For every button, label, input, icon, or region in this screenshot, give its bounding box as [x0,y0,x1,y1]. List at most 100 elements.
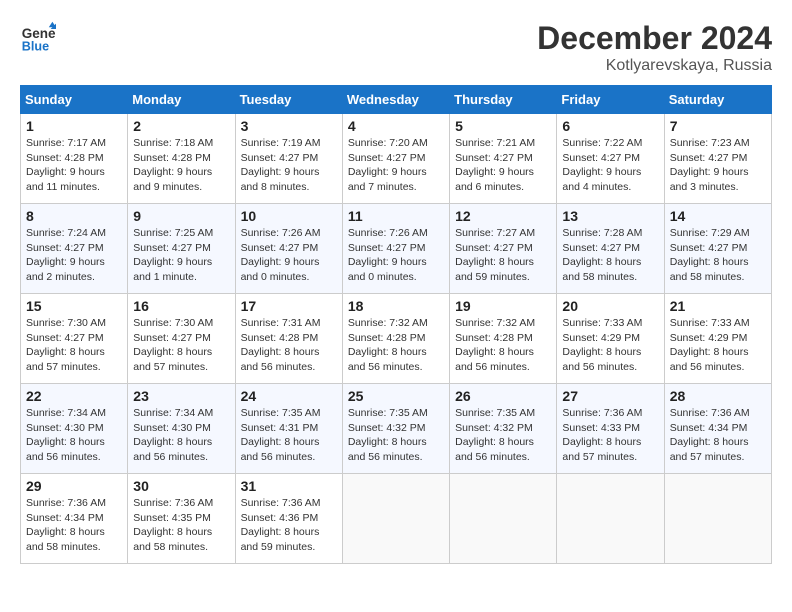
day-number: 22 [26,388,122,404]
day-info: Sunrise: 7:35 AMSunset: 4:32 PMDaylight:… [348,407,428,463]
calendar-day-cell: 23 Sunrise: 7:34 AMSunset: 4:30 PMDaylig… [128,384,235,474]
day-info: Sunrise: 7:29 AMSunset: 4:27 PMDaylight:… [670,227,750,283]
day-number: 18 [348,298,444,314]
calendar-day-cell: 15 Sunrise: 7:30 AMSunset: 4:27 PMDaylig… [21,294,128,384]
calendar-body: 1 Sunrise: 7:17 AMSunset: 4:28 PMDayligh… [21,114,772,564]
day-info: Sunrise: 7:26 AMSunset: 4:27 PMDaylight:… [241,227,321,283]
day-number: 19 [455,298,551,314]
calendar-day-cell: 10 Sunrise: 7:26 AMSunset: 4:27 PMDaylig… [235,204,342,294]
calendar-day-cell: 27 Sunrise: 7:36 AMSunset: 4:33 PMDaylig… [557,384,664,474]
calendar-day-cell: 1 Sunrise: 7:17 AMSunset: 4:28 PMDayligh… [21,114,128,204]
day-info: Sunrise: 7:18 AMSunset: 4:28 PMDaylight:… [133,137,213,193]
calendar-day-cell: 16 Sunrise: 7:30 AMSunset: 4:27 PMDaylig… [128,294,235,384]
weekday-header-cell: Tuesday [235,86,342,114]
day-info: Sunrise: 7:31 AMSunset: 4:28 PMDaylight:… [241,317,321,373]
day-info: Sunrise: 7:32 AMSunset: 4:28 PMDaylight:… [455,317,535,373]
calendar-week-row: 1 Sunrise: 7:17 AMSunset: 4:28 PMDayligh… [21,114,772,204]
calendar-day-cell: 2 Sunrise: 7:18 AMSunset: 4:28 PMDayligh… [128,114,235,204]
weekday-header-cell: Friday [557,86,664,114]
logo: General Blue [20,20,56,56]
page-header: General Blue December 2024 Kotlyarevskay… [20,20,772,75]
day-info: Sunrise: 7:21 AMSunset: 4:27 PMDaylight:… [455,137,535,193]
calendar-day-cell: 25 Sunrise: 7:35 AMSunset: 4:32 PMDaylig… [342,384,449,474]
day-number: 23 [133,388,229,404]
calendar-day-cell: 31 Sunrise: 7:36 AMSunset: 4:36 PMDaylig… [235,474,342,564]
day-info: Sunrise: 7:35 AMSunset: 4:31 PMDaylight:… [241,407,321,463]
day-info: Sunrise: 7:30 AMSunset: 4:27 PMDaylight:… [26,317,106,373]
weekday-header-row: SundayMondayTuesdayWednesdayThursdayFrid… [21,86,772,114]
weekday-header-cell: Saturday [664,86,771,114]
calendar-empty-cell [342,474,449,564]
calendar-day-cell: 4 Sunrise: 7:20 AMSunset: 4:27 PMDayligh… [342,114,449,204]
calendar-day-cell: 5 Sunrise: 7:21 AMSunset: 4:27 PMDayligh… [450,114,557,204]
day-number: 30 [133,478,229,494]
location: Kotlyarevskaya, Russia [537,57,772,75]
day-info: Sunrise: 7:34 AMSunset: 4:30 PMDaylight:… [26,407,106,463]
title-block: December 2024 Kotlyarevskaya, Russia [537,20,772,75]
day-info: Sunrise: 7:20 AMSunset: 4:27 PMDaylight:… [348,137,428,193]
day-info: Sunrise: 7:22 AMSunset: 4:27 PMDaylight:… [562,137,642,193]
calendar-day-cell: 20 Sunrise: 7:33 AMSunset: 4:29 PMDaylig… [557,294,664,384]
calendar-empty-cell [450,474,557,564]
day-number: 4 [348,118,444,134]
calendar-empty-cell [664,474,771,564]
day-number: 9 [133,208,229,224]
calendar-day-cell: 9 Sunrise: 7:25 AMSunset: 4:27 PMDayligh… [128,204,235,294]
day-info: Sunrise: 7:25 AMSunset: 4:27 PMDaylight:… [133,227,213,283]
month-title: December 2024 [537,20,772,57]
day-number: 16 [133,298,229,314]
day-number: 5 [455,118,551,134]
day-info: Sunrise: 7:36 AMSunset: 4:36 PMDaylight:… [241,497,321,553]
day-info: Sunrise: 7:33 AMSunset: 4:29 PMDaylight:… [670,317,750,373]
day-number: 15 [26,298,122,314]
calendar-empty-cell [557,474,664,564]
day-number: 20 [562,298,658,314]
day-number: 12 [455,208,551,224]
calendar-table: SundayMondayTuesdayWednesdayThursdayFrid… [20,85,772,564]
calendar-day-cell: 21 Sunrise: 7:33 AMSunset: 4:29 PMDaylig… [664,294,771,384]
calendar-day-cell: 30 Sunrise: 7:36 AMSunset: 4:35 PMDaylig… [128,474,235,564]
day-number: 25 [348,388,444,404]
day-info: Sunrise: 7:35 AMSunset: 4:32 PMDaylight:… [455,407,535,463]
day-number: 2 [133,118,229,134]
day-info: Sunrise: 7:28 AMSunset: 4:27 PMDaylight:… [562,227,642,283]
day-number: 13 [562,208,658,224]
calendar-day-cell: 24 Sunrise: 7:35 AMSunset: 4:31 PMDaylig… [235,384,342,474]
day-number: 26 [455,388,551,404]
weekday-header-cell: Sunday [21,86,128,114]
logo-icon: General Blue [20,20,56,56]
day-number: 31 [241,478,337,494]
day-number: 11 [348,208,444,224]
calendar-week-row: 29 Sunrise: 7:36 AMSunset: 4:34 PMDaylig… [21,474,772,564]
day-number: 1 [26,118,122,134]
day-number: 24 [241,388,337,404]
calendar-day-cell: 28 Sunrise: 7:36 AMSunset: 4:34 PMDaylig… [664,384,771,474]
day-number: 21 [670,298,766,314]
day-info: Sunrise: 7:19 AMSunset: 4:27 PMDaylight:… [241,137,321,193]
day-info: Sunrise: 7:34 AMSunset: 4:30 PMDaylight:… [133,407,213,463]
day-info: Sunrise: 7:36 AMSunset: 4:34 PMDaylight:… [26,497,106,553]
day-number: 17 [241,298,337,314]
day-info: Sunrise: 7:36 AMSunset: 4:33 PMDaylight:… [562,407,642,463]
day-number: 29 [26,478,122,494]
day-info: Sunrise: 7:33 AMSunset: 4:29 PMDaylight:… [562,317,642,373]
calendar-day-cell: 3 Sunrise: 7:19 AMSunset: 4:27 PMDayligh… [235,114,342,204]
weekday-header-cell: Monday [128,86,235,114]
day-info: Sunrise: 7:23 AMSunset: 4:27 PMDaylight:… [670,137,750,193]
day-number: 28 [670,388,766,404]
day-number: 14 [670,208,766,224]
day-number: 27 [562,388,658,404]
day-info: Sunrise: 7:36 AMSunset: 4:35 PMDaylight:… [133,497,213,553]
weekday-header-cell: Wednesday [342,86,449,114]
calendar-week-row: 22 Sunrise: 7:34 AMSunset: 4:30 PMDaylig… [21,384,772,474]
day-info: Sunrise: 7:24 AMSunset: 4:27 PMDaylight:… [26,227,106,283]
weekday-header-cell: Thursday [450,86,557,114]
calendar-day-cell: 13 Sunrise: 7:28 AMSunset: 4:27 PMDaylig… [557,204,664,294]
calendar-day-cell: 17 Sunrise: 7:31 AMSunset: 4:28 PMDaylig… [235,294,342,384]
day-info: Sunrise: 7:26 AMSunset: 4:27 PMDaylight:… [348,227,428,283]
day-number: 7 [670,118,766,134]
svg-text:Blue: Blue [22,40,49,54]
day-number: 8 [26,208,122,224]
calendar-day-cell: 12 Sunrise: 7:27 AMSunset: 4:27 PMDaylig… [450,204,557,294]
calendar-day-cell: 7 Sunrise: 7:23 AMSunset: 4:27 PMDayligh… [664,114,771,204]
